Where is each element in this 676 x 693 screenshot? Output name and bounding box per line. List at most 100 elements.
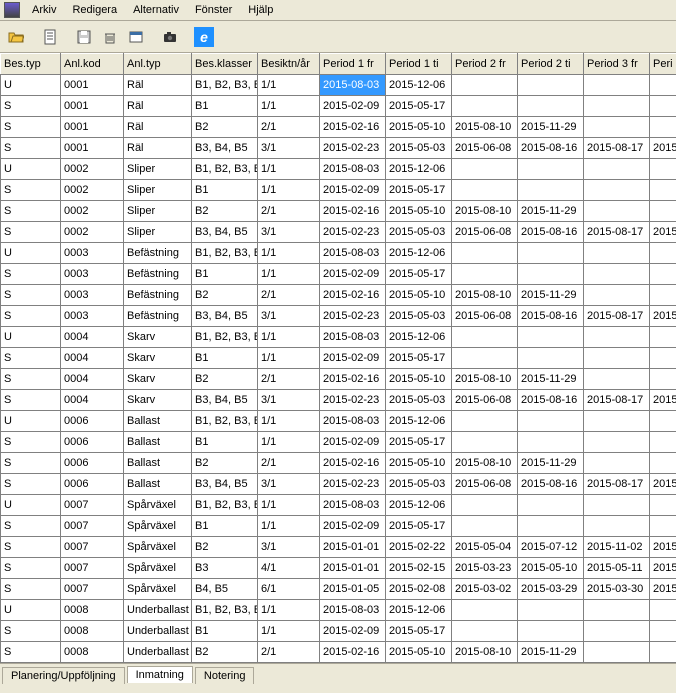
cell[interactable]: 2015-05-11	[584, 558, 650, 579]
cell[interactable]: 2015-08-17	[584, 474, 650, 495]
cell[interactable]: 2015-05-10	[518, 558, 584, 579]
cell[interactable]: 1/1	[258, 243, 320, 264]
cell[interactable]: 2015-02-16	[320, 453, 386, 474]
cell[interactable]: B3, B4, B5	[192, 306, 258, 327]
cell[interactable]: 2015-05-03	[386, 474, 452, 495]
menu-fonster[interactable]: Fönster	[187, 2, 240, 18]
cell[interactable]	[452, 75, 518, 96]
cell[interactable]: 2015-11-29	[518, 453, 584, 474]
cell[interactable]	[584, 264, 650, 285]
cell[interactable]: B1, B2, B3, B4	[192, 159, 258, 180]
tab-inmatning[interactable]: Inmatning	[127, 666, 193, 683]
open-icon[interactable]	[6, 27, 26, 47]
cell[interactable]	[584, 369, 650, 390]
cell[interactable]: 2015-02-09	[320, 348, 386, 369]
table-row[interactable]: U0002SliperB1, B2, B3, B41/12015-08-0320…	[1, 159, 676, 180]
cell[interactable]: S	[1, 96, 61, 117]
cell[interactable]	[518, 327, 584, 348]
cell[interactable]: 2015-02-09	[320, 621, 386, 642]
cell[interactable]: 0008	[61, 642, 124, 663]
cell[interactable]: 2015-05-10	[386, 117, 452, 138]
cell[interactable]	[650, 243, 676, 264]
cell[interactable]: 2015-02-22	[386, 537, 452, 558]
cell[interactable]	[518, 432, 584, 453]
cell[interactable]: 0007	[61, 558, 124, 579]
cell[interactable]: 2015-12-06	[386, 327, 452, 348]
cell[interactable]: 2015-02-23	[320, 222, 386, 243]
cell[interactable]: 1/1	[258, 180, 320, 201]
cell[interactable]: 2015-08-03	[320, 495, 386, 516]
cell[interactable]: B2	[192, 537, 258, 558]
cell[interactable]: 2015	[650, 222, 676, 243]
cell[interactable]: 2015-08-03	[320, 411, 386, 432]
cell[interactable]: 2015-08-03	[320, 600, 386, 621]
cell[interactable]	[650, 96, 676, 117]
cell[interactable]	[452, 516, 518, 537]
cell[interactable]: 1/1	[258, 516, 320, 537]
cell[interactable]: B1, B2, B3, B4	[192, 75, 258, 96]
cell[interactable]: 1/1	[258, 327, 320, 348]
cell[interactable]: Skarv	[124, 369, 192, 390]
cell[interactable]: S	[1, 348, 61, 369]
cell[interactable]: 0007	[61, 579, 124, 600]
cell[interactable]: B1	[192, 96, 258, 117]
cell[interactable]: B3, B4, B5	[192, 222, 258, 243]
cell[interactable]: 2015-06-08	[452, 222, 518, 243]
cell[interactable]	[650, 621, 676, 642]
cell[interactable]	[452, 348, 518, 369]
cell[interactable]: Skarv	[124, 390, 192, 411]
cell[interactable]: 2015-06-08	[452, 138, 518, 159]
cell[interactable]	[518, 264, 584, 285]
delete-icon[interactable]	[100, 27, 120, 47]
cell[interactable]	[584, 159, 650, 180]
cell[interactable]: Sliper	[124, 201, 192, 222]
cell[interactable]: 2015-03-23	[452, 558, 518, 579]
cell[interactable]: 0002	[61, 180, 124, 201]
cell[interactable]: S	[1, 558, 61, 579]
cell[interactable]: Underballast	[124, 621, 192, 642]
table-row[interactable]: S0007SpårväxelB23/12015-01-012015-02-222…	[1, 537, 676, 558]
cell[interactable]: S	[1, 180, 61, 201]
cell[interactable]	[452, 411, 518, 432]
cell[interactable]: 2015-08-10	[452, 369, 518, 390]
cell[interactable]: 2015-08-03	[320, 159, 386, 180]
cell[interactable]: 2015-05-10	[386, 285, 452, 306]
cell[interactable]: B2	[192, 642, 258, 663]
cell[interactable]: 0004	[61, 369, 124, 390]
cell[interactable]: 2015-02-23	[320, 306, 386, 327]
table-row[interactable]: S0001RälB3, B4, B53/12015-02-232015-05-0…	[1, 138, 676, 159]
cell[interactable]: Befästning	[124, 285, 192, 306]
cell[interactable]: Befästning	[124, 264, 192, 285]
cell[interactable]: B3, B4, B5	[192, 390, 258, 411]
cell[interactable]: 2/1	[258, 453, 320, 474]
cell[interactable]: 2015-08-17	[584, 390, 650, 411]
cell[interactable]: 2015-12-06	[386, 159, 452, 180]
table-row[interactable]: S0007SpårväxelB4, B56/12015-01-052015-02…	[1, 579, 676, 600]
cell[interactable]: 0006	[61, 411, 124, 432]
cell[interactable]	[518, 159, 584, 180]
cell[interactable]: 2015-07-12	[518, 537, 584, 558]
cell[interactable]: 2015-11-29	[518, 117, 584, 138]
cell[interactable]	[518, 96, 584, 117]
cell[interactable]: S	[1, 621, 61, 642]
cell[interactable]: B1	[192, 180, 258, 201]
cell[interactable]: 2015	[650, 474, 676, 495]
cell[interactable]: S	[1, 138, 61, 159]
cell[interactable]: U	[1, 411, 61, 432]
data-grid[interactable]: Bes.typAnl.kodAnl.typBes.klasserBesiktn/…	[0, 53, 676, 663]
cell[interactable]: S	[1, 537, 61, 558]
menu-arkiv[interactable]: Arkiv	[24, 2, 64, 18]
cell[interactable]	[452, 327, 518, 348]
cell[interactable]: 2015-03-02	[452, 579, 518, 600]
column-header[interactable]: Period 1 ti	[386, 54, 452, 75]
cell[interactable]	[518, 600, 584, 621]
cell[interactable]: 0007	[61, 495, 124, 516]
cell[interactable]	[650, 516, 676, 537]
cell[interactable]: 1/1	[258, 495, 320, 516]
cell[interactable]	[584, 327, 650, 348]
cell[interactable]: 2/1	[258, 201, 320, 222]
cell[interactable]: 0007	[61, 537, 124, 558]
cell[interactable]: 2015-08-16	[518, 306, 584, 327]
cell[interactable]: Spårväxel	[124, 516, 192, 537]
cell[interactable]	[650, 432, 676, 453]
